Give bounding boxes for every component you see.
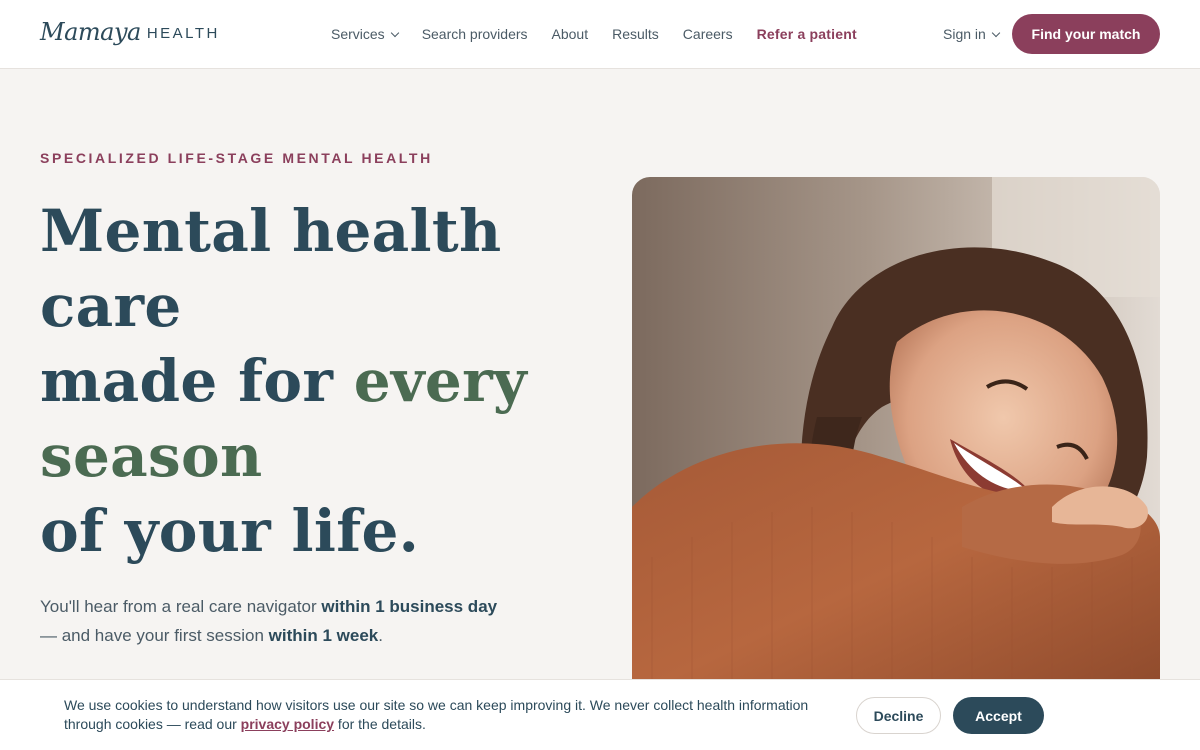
cookie-text-before: We use cookies to understand how visitor… [64, 697, 809, 732]
hero-eyebrow: SPECIALIZED LIFE-STAGE MENTAL HEALTH [40, 150, 433, 166]
subtext-part-1: You'll hear from a real care navigator [40, 597, 322, 616]
headline-line-3: made for every [40, 344, 560, 419]
cookie-banner: We use cookies to understand how visitor… [0, 679, 1200, 750]
headline-line-5: of your life. [40, 497, 420, 565]
nav-results[interactable]: Results [612, 26, 659, 42]
headline-line-2: care [40, 272, 182, 340]
privacy-policy-link[interactable]: privacy policy [241, 716, 334, 732]
decline-button[interactable]: Decline [856, 697, 941, 734]
nav-search-providers[interactable]: Search providers [422, 26, 528, 42]
chevron-down-icon [991, 28, 1001, 37]
subtext-bold-1: within 1 business day [321, 597, 498, 616]
headline-line-1: Mental health [40, 197, 502, 265]
cookie-message: We use cookies to understand how visitor… [64, 696, 844, 734]
nav-services[interactable]: Services [331, 26, 399, 42]
hero-headline: Mental health care made for every season… [40, 194, 560, 569]
headline-accent-season: season [40, 422, 263, 490]
headline-line-3-start: made for [40, 347, 354, 415]
nav-results-label: Results [612, 26, 659, 42]
nav-services-label: Services [331, 26, 385, 42]
nav-refer-a-patient[interactable]: Refer a patient [757, 26, 857, 42]
main-nav: Services Search providers About Results … [331, 22, 857, 46]
nav-refer-a-patient-label: Refer a patient [756, 26, 857, 42]
nav-careers-label: Careers [682, 26, 733, 42]
subtext-part-3: . [378, 626, 383, 645]
hero-photo [632, 177, 1160, 697]
headline-accent-every: every [353, 347, 527, 415]
sign-in-menu[interactable]: Sign in [943, 22, 1001, 46]
hero-subtext: You'll hear from a real care navigator w… [40, 592, 500, 650]
nav-careers[interactable]: Careers [683, 26, 733, 42]
subtext-part-2: — and have your first session [40, 626, 269, 645]
sign-in-label: Sign in [943, 26, 986, 42]
site-header: Mamaya HEALTH Services Search providers … [0, 0, 1200, 69]
logo-wordmark: HEALTH [146, 24, 220, 42]
subtext-bold-2: within 1 week [268, 626, 379, 645]
find-your-match-button[interactable]: Find your match [1012, 14, 1160, 54]
nav-about-label: About [551, 26, 589, 42]
smiling-woman-image [632, 177, 1160, 697]
nav-search-providers-label: Search providers [421, 26, 528, 42]
logo-script: Mamaya [40, 18, 141, 46]
accept-button[interactable]: Accept [953, 697, 1044, 734]
nav-about[interactable]: About [552, 26, 589, 42]
chevron-down-icon [390, 28, 399, 37]
mamaya-health-logo[interactable]: Mamaya HEALTH [40, 14, 220, 50]
cookie-text-after: for the details. [334, 716, 426, 732]
